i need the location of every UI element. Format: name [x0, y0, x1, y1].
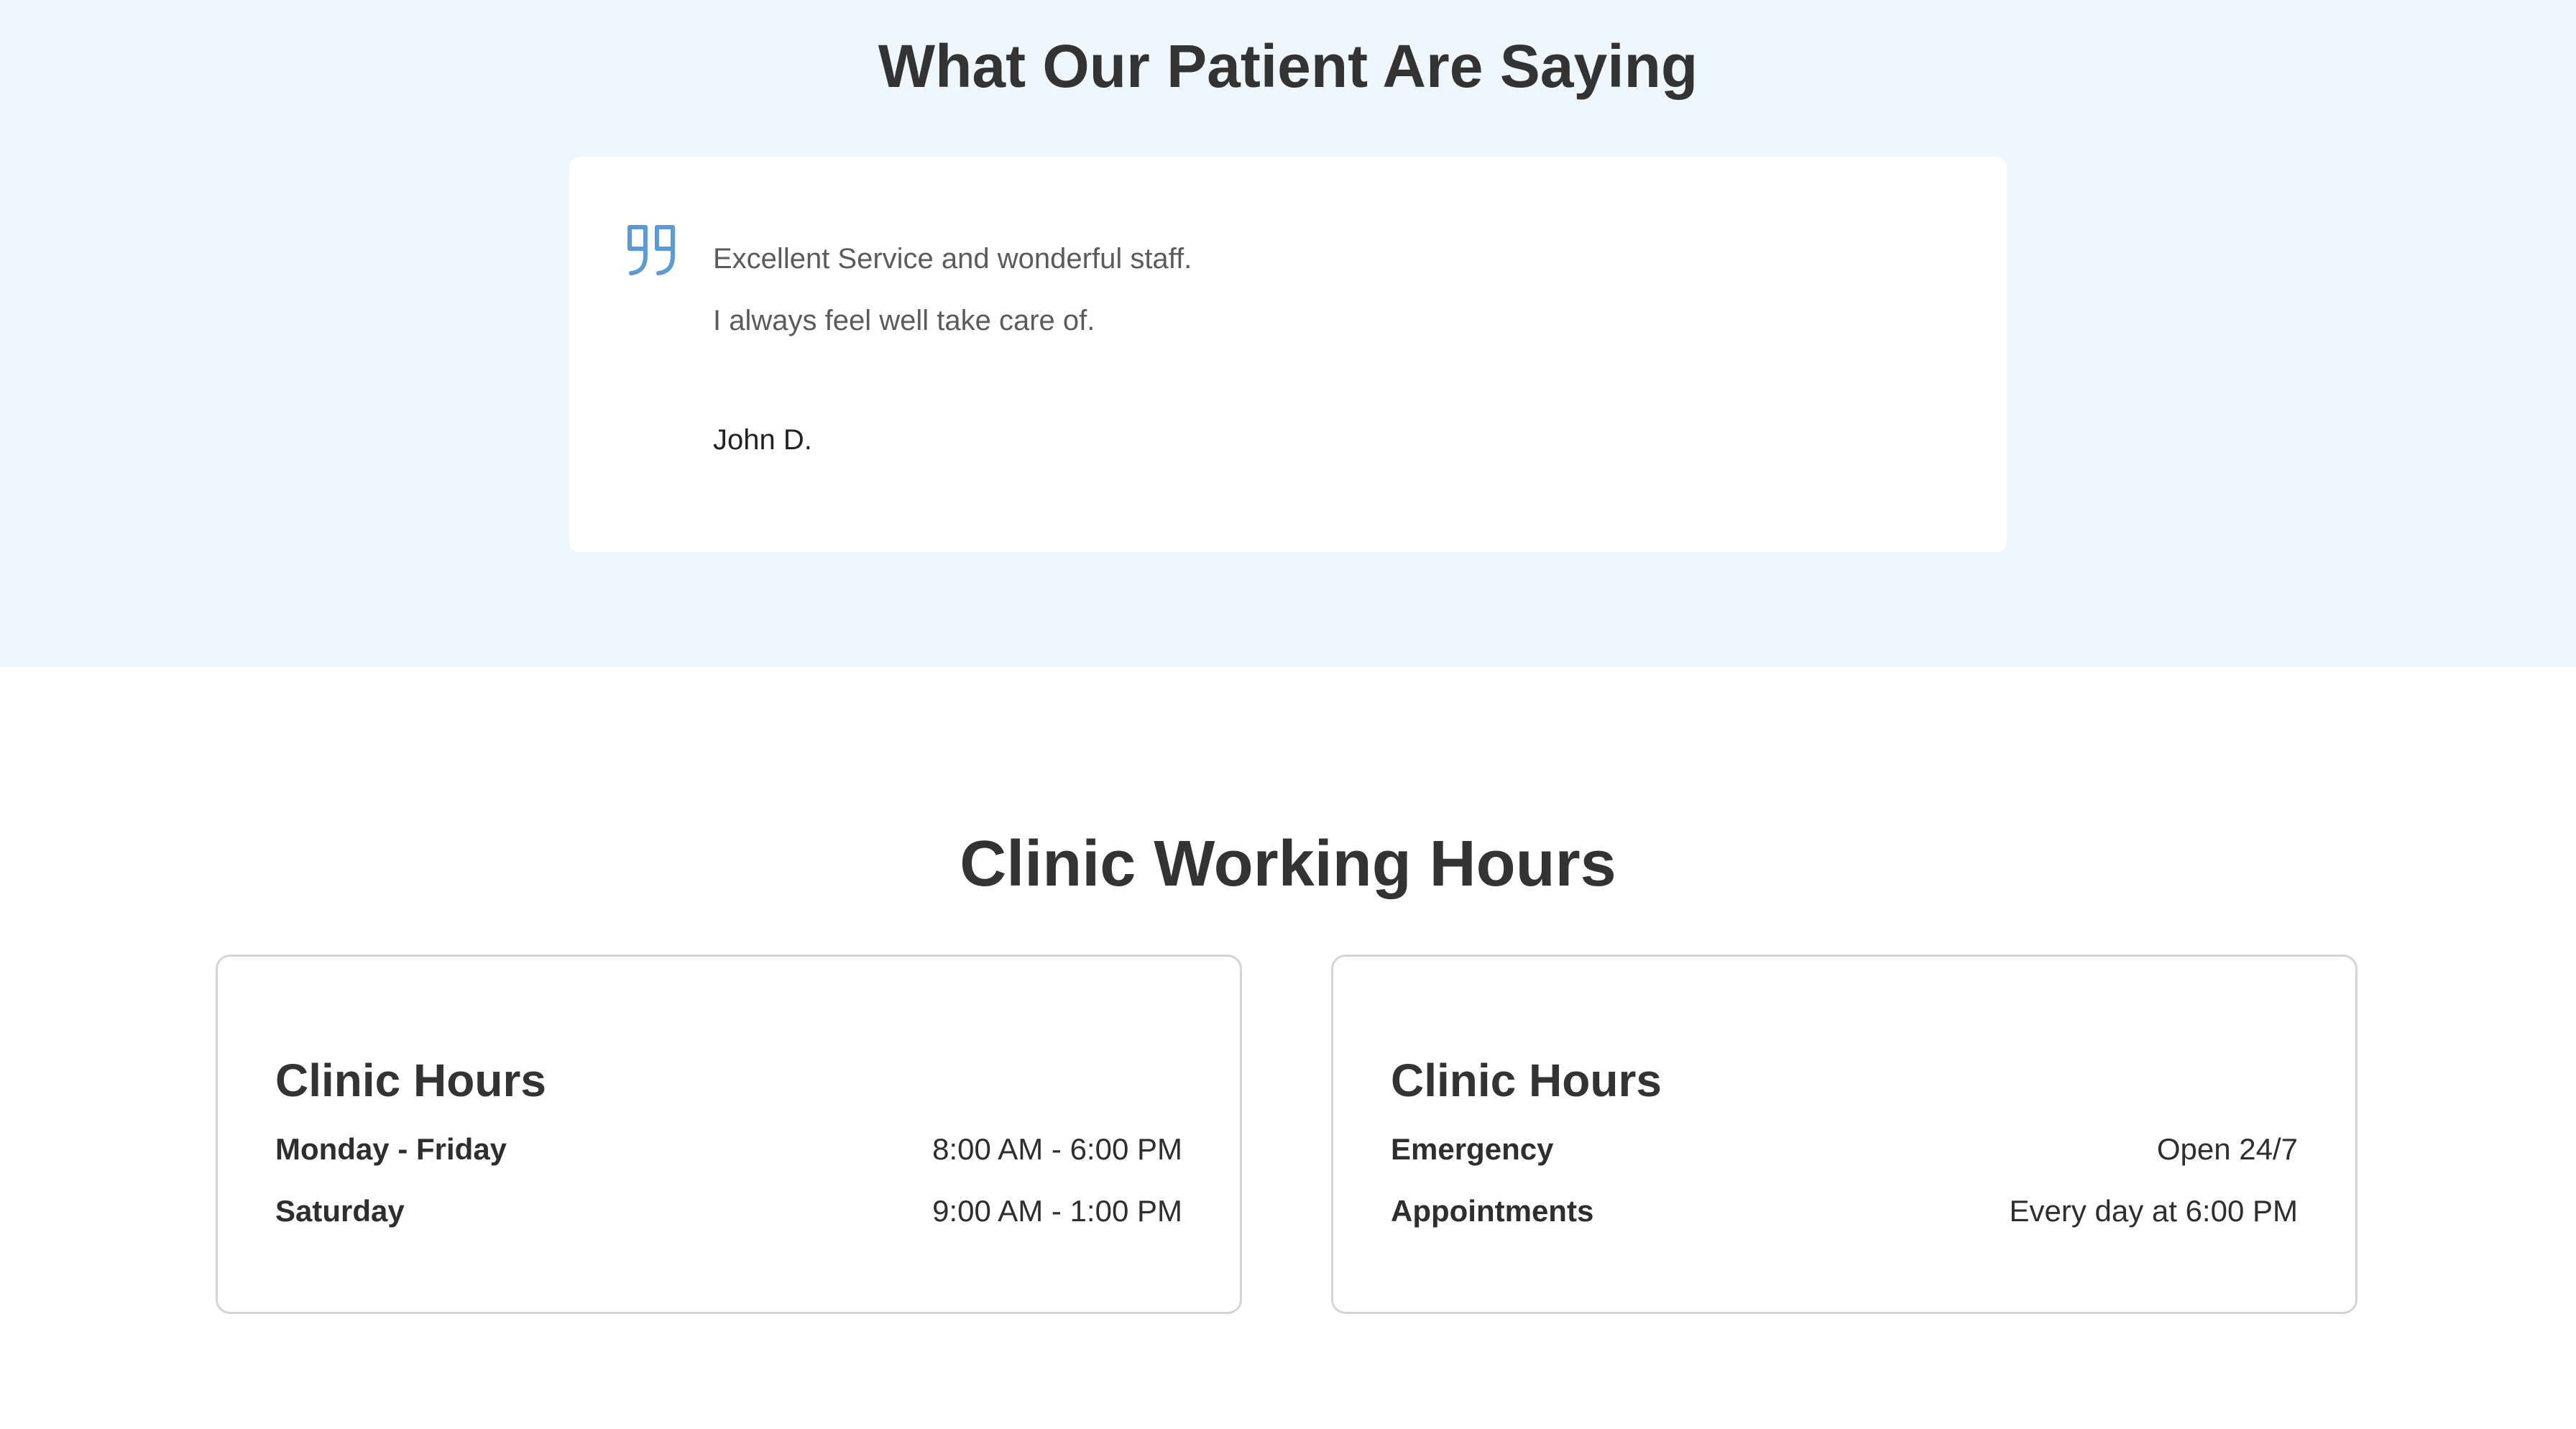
hours-row-label: Emergency	[1391, 1132, 1554, 1166]
hours-row-label: Appointments	[1391, 1194, 1594, 1228]
hours-card: Clinic Hours Emergency Open 24/7 Appoint…	[1331, 955, 2358, 1314]
testimonial-quote-line: I always feel well take care of.	[713, 305, 1095, 336]
testimonial-card: Excellent Service and wonderful staff. I…	[569, 157, 2007, 552]
testimonial-quote-line: Excellent Service and wonderful staff.	[713, 243, 1192, 275]
hours-row-value: 8:00 AM - 6:00 PM	[932, 1132, 1182, 1166]
testimonials-section: What Our Patient Are Saying Excellent Se…	[0, 0, 2576, 667]
testimonial-author: John D.	[713, 424, 812, 456]
hours-row: Monday - Friday 8:00 AM - 6:00 PM	[275, 1129, 1182, 1170]
testimonials-title: What Our Patient Are Saying	[878, 32, 1698, 100]
hours-row-value: Open 24/7	[2156, 1132, 2298, 1166]
card-heading: Clinic Hours	[1391, 1054, 1662, 1106]
hours-card: Clinic Hours Monday - Friday 8:00 AM - 6…	[216, 955, 1242, 1314]
hours-row-value: Every day at 6:00 PM	[2009, 1194, 2298, 1228]
quote-icon	[627, 225, 675, 275]
hours-row-label: Monday - Friday	[275, 1132, 507, 1166]
hours-row-label: Saturday	[275, 1194, 405, 1228]
hours-row: Saturday 9:00 AM - 1:00 PM	[275, 1191, 1182, 1231]
card-heading: Clinic Hours	[275, 1054, 546, 1106]
hours-title: Clinic Working Hours	[960, 828, 1616, 900]
hours-row-value: 9:00 AM - 1:00 PM	[932, 1194, 1182, 1228]
hours-row: Appointments Every day at 6:00 PM	[1391, 1191, 2298, 1231]
hours-row: Emergency Open 24/7	[1391, 1129, 2298, 1170]
